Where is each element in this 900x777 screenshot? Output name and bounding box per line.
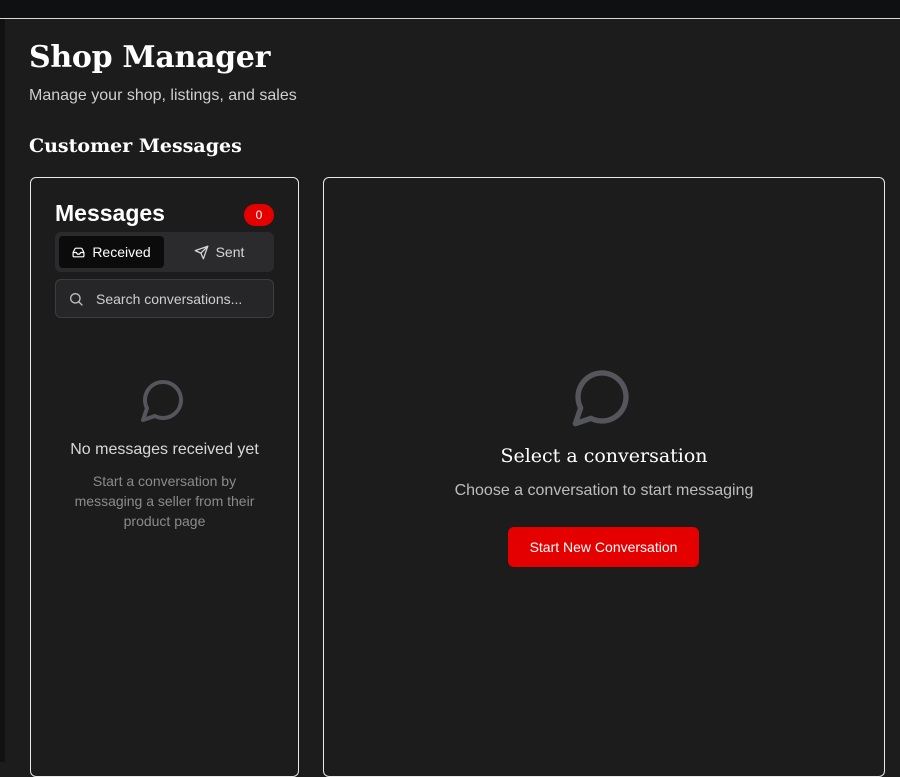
tab-sent-label: Sent	[215, 244, 245, 260]
page-title: Shop Manager	[29, 40, 271, 75]
tab-received[interactable]: Received	[59, 236, 164, 268]
conversation-placeholder-description: Choose a conversation to start messaging	[454, 482, 754, 499]
messages-panel: Messages 0 Received Sent Search conversa…	[30, 177, 299, 777]
unread-count-badge: 0	[244, 204, 274, 226]
section-title: Customer Messages	[29, 135, 242, 157]
search-box	[55, 279, 274, 318]
messages-title: Messages	[55, 200, 165, 226]
empty-state-title: No messages received yet	[70, 441, 259, 458]
page-subtitle: Manage your shop, listings, and sales	[29, 87, 297, 104]
conversation-panel: Select a conversation Choose a conversat…	[323, 177, 885, 777]
conversation-placeholder-title: Select a conversation	[500, 445, 708, 467]
inbox-icon	[72, 246, 85, 259]
message-bubble-icon	[570, 365, 634, 434]
message-tabs: Received Sent	[55, 232, 274, 272]
top-bar	[0, 0, 900, 19]
send-icon	[194, 245, 209, 260]
search-icon	[68, 291, 84, 312]
message-bubble-icon	[139, 376, 187, 429]
tab-sent[interactable]: Sent	[169, 236, 269, 268]
empty-state-description: Start a conversation by messaging a sell…	[74, 473, 255, 529]
tab-received-label: Received	[92, 244, 151, 260]
search-input[interactable]	[96, 280, 266, 317]
left-edge	[0, 19, 5, 762]
start-new-conversation-button[interactable]: Start New Conversation	[508, 527, 699, 567]
